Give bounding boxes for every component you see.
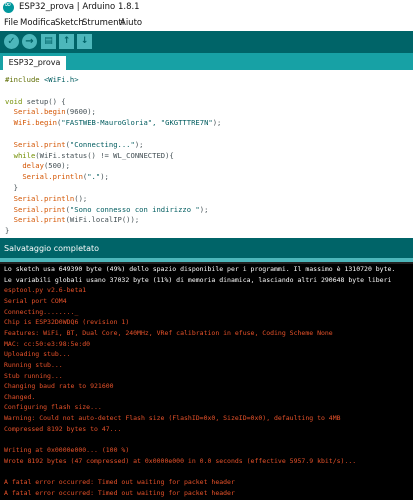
output-console: Lo sketch usa 649390 byte (49%) dello sp… [0,262,413,500]
code-line[interactable]: } [5,183,18,193]
console-line: Uploading stub... [4,350,71,359]
code-token: "Sono connesso con indirizzo " [69,204,200,214]
code-token: Serial.begin [13,107,66,117]
console-line: Connecting........_ [4,307,79,316]
code-token: (WiFi.localIP()); [65,215,140,225]
code-token: #include [5,75,44,84]
console-line: A fatal error occurred: Timed out waitin… [4,478,235,486]
code-token: } [5,226,10,236]
code-editor[interactable]: #include <WiFi.h> void setup() { Serial.b… [0,70,413,238]
console-line: Compressed 8192 bytes to 47... [4,424,122,433]
code-line[interactable]: Serial.begin(9600); [5,107,96,117]
code-token: Serial.println [22,172,83,182]
code-line[interactable]: #include <WiFi.h> [5,75,79,85]
code-token: ); [199,204,209,214]
console-line: A fatal error occurred: Timed out waitin… [4,488,235,497]
code-token: void [5,96,23,106]
status-bar: Salvataggio completato [0,238,413,258]
code-token: Serial.print [13,139,66,149]
arduino-logo-icon [3,0,14,13]
menu-aiuto[interactable]: Aiuto [120,18,142,28]
code-line[interactable]: Serial.print("Connecting..."); [5,140,144,150]
console-line: Wrote 8192 bytes (47 compressed) at 0x00… [4,456,357,465]
verify-icon[interactable]: ✓ [4,34,19,49]
menu-modifica[interactable]: Modifica [20,18,56,28]
code-line[interactable]: Serial.print(WiFi.localIP()); [5,215,140,225]
upload-icon[interactable]: → [22,34,37,49]
code-token: while [13,150,36,160]
code-token: "FASTWEB-MauroGloria", "GKGTTTRE7N" [61,118,213,128]
menu-bar: File Modifica Sketch Strumenti Aiuto [0,16,413,31]
tab-esp32-prova[interactable]: ESP32_prova [3,56,66,70]
code-token: ); [212,118,222,128]
tab-bar: ESP32_prova [0,53,413,70]
code-line[interactable]: while(WiFi.status() != WL_CONNECTED){ [5,151,174,161]
code-token: Serial.print [13,204,66,214]
code-token: Serial.print [13,215,66,225]
console-line: Changed. [4,392,36,401]
console-line: Le variabili globali usano 37032 byte (1… [4,275,392,284]
console-line: Configuring flash size... [4,403,102,412]
console-line: MAC: cc:50:e3:98:5e:d0 [4,339,91,348]
toolbar: ✓ → ▤ ↑ ↓ [0,31,413,53]
console-line: Running stub... [4,360,63,369]
title-bar: ESP32_prova | Arduino 1.8.1 [0,0,413,16]
new-sketch-icon[interactable]: ▤ [41,34,56,49]
code-token: "." [87,172,101,182]
code-line[interactable]: Serial.println(); [5,193,88,204]
code-line[interactable]: WiFi.begin("FASTWEB-MauroGloria", "GKGTT… [5,118,222,128]
code-token: (9600); [65,107,96,117]
console-line: Warning: Could not auto-detect Flash siz… [4,414,341,423]
code-token: ); [134,139,144,149]
code-token: <WiFi.h> [43,75,79,84]
status-message: Salvataggio completato [4,244,100,253]
console-line: Stub running... [4,371,63,380]
window-title: ESP32_prova | Arduino 1.8.1 [19,2,140,12]
code-token: } [5,183,18,192]
save-icon[interactable]: ↓ [77,34,92,49]
console-line: esptool.py v2.6-beta1 [4,286,87,295]
code-line[interactable]: Serial.print("Sono connesso con indirizz… [5,204,209,215]
code-token: (WiFi.status() != WL_CONNECTED){ [35,150,174,160]
console-line: Serial port COM4 [4,296,67,305]
code-token: setup() { [22,96,66,106]
console-line: Features: WiFi, BT, Dual Core, 240MHz, V… [4,328,333,337]
console-line: Chip is ESP32D0WDQ6 (revision 1) [4,318,130,327]
code-line[interactable]: void setup() { [5,97,66,107]
menu-strumenti[interactable]: Strumenti [82,18,124,28]
code-token: WiFi.begin [13,118,57,128]
code-line[interactable]: Serial.println("."); [5,172,109,182]
code-token: (); [74,193,88,203]
code-token: "Connecting..." [69,139,135,149]
code-token: ); [100,172,109,182]
code-line[interactable]: delay(500); [5,161,70,171]
code-token: delay [22,161,44,171]
code-token: (500); [43,161,70,171]
menu-file[interactable]: File [4,18,18,28]
console-line: Changing baud rate to 921600 [4,382,114,391]
menu-sketch[interactable]: Sketch [55,18,84,28]
console-line: Writing at 0x0000e000... (100 %) [4,446,130,455]
code-line[interactable]: } [5,226,9,236]
console-line: Lo sketch usa 649390 byte (49%) dello sp… [4,265,396,273]
code-token: Serial.println [13,193,75,203]
open-icon[interactable]: ↑ [59,34,74,49]
